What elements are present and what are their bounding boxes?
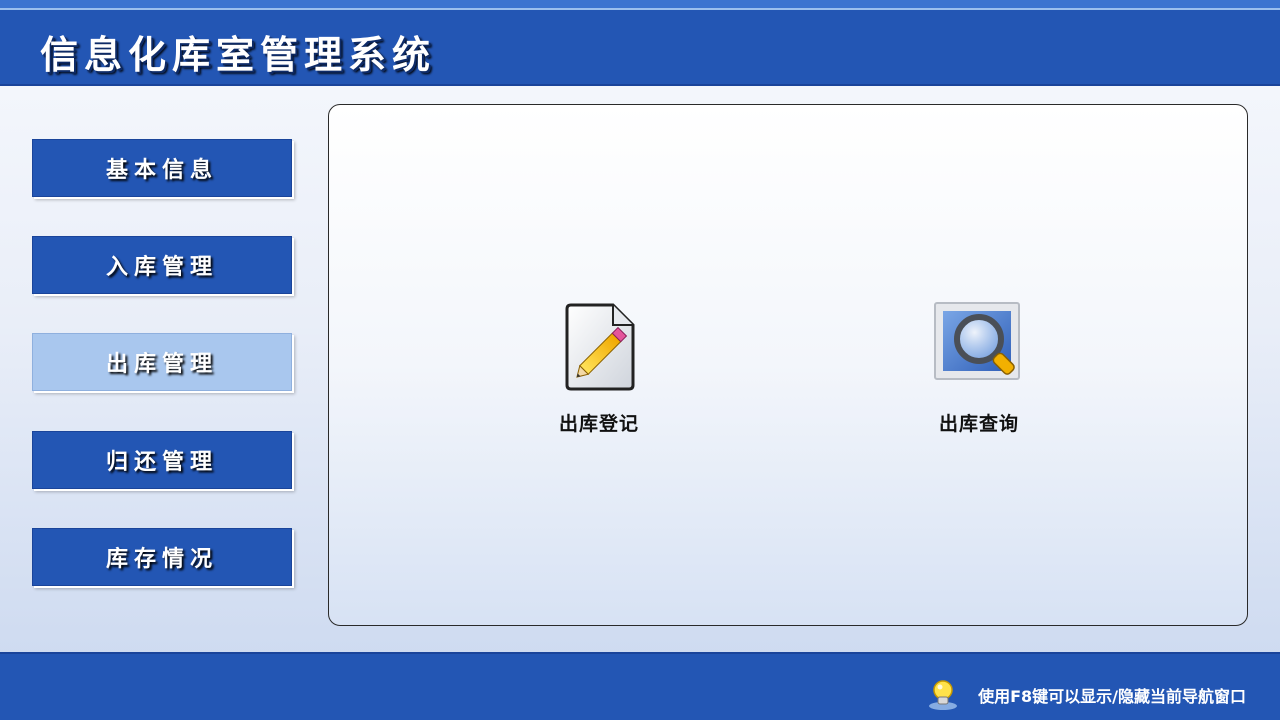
nav-button-return[interactable]: 归还管理 [32,431,292,489]
tile-label: 出库查询 [938,413,1019,435]
nav-button-stock-in[interactable]: 入库管理 [32,236,292,294]
footer-bar: 使用F8键可以显示/隐藏当前导航窗口 [0,652,1280,720]
nav-button-inventory[interactable]: 库存情况 [32,528,292,586]
main-panel: 出库登记 出库查询 [328,104,1248,626]
nav-button-stock-out[interactable]: 出库管理 [32,333,292,391]
tile-stock-out-register[interactable]: 出库登记 [529,299,669,436]
footer-hint-text: 使用F8键可以显示/隐藏当前导航窗口 [978,687,1246,706]
sidebar: 基本信息 入库管理 出库管理 归还管理 库存情况 [0,84,320,652]
edit-document-icon [565,303,635,391]
magnifier-search-icon [934,302,1020,380]
nav-button-basic-info[interactable]: 基本信息 [32,139,292,197]
footer-hint: 使用F8键可以显示/隐藏当前导航窗口 [926,678,1246,712]
app-window: 信息化库室管理系统 基本信息 入库管理 出库管理 归还管理 库存情况 出库登记 … [0,0,1280,720]
tile-stock-out-query[interactable]: 出库查询 [909,299,1049,436]
header-bar: 信息化库室管理系统 [0,0,1280,86]
lightbulb-icon [929,680,958,710]
app-title: 信息化库室管理系统 [40,33,437,77]
tile-label: 出库登记 [558,413,639,435]
